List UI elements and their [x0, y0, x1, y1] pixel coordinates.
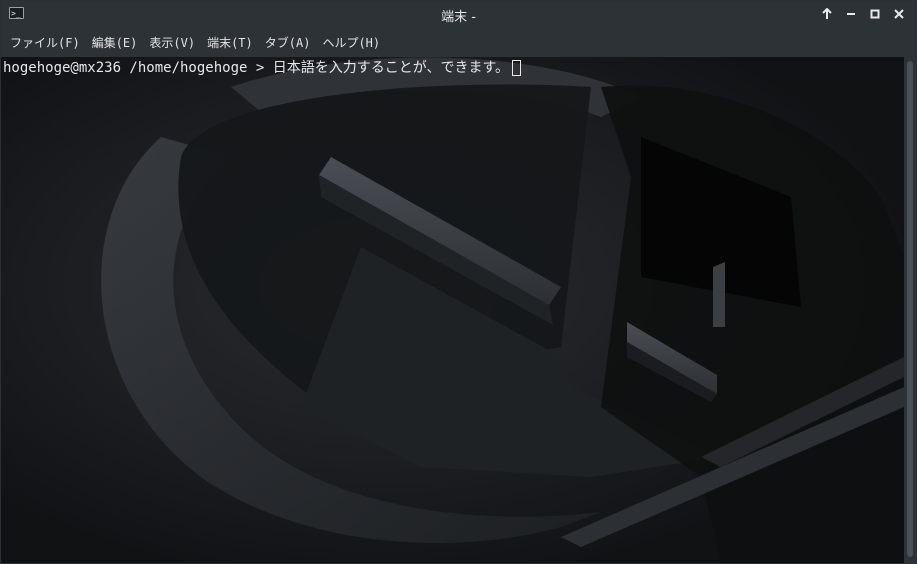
menu-view[interactable]: 表示(V)	[143, 29, 201, 57]
command-input-text: 日本語を入力することが、できます。	[272, 60, 510, 76]
menu-file[interactable]: ファイル(F)	[4, 29, 86, 57]
window-title: 端末 -	[441, 10, 476, 25]
maximize-icon[interactable]	[866, 5, 884, 23]
keep-above-icon[interactable]	[818, 5, 836, 23]
minimize-icon[interactable]	[842, 5, 860, 23]
vertical-scrollbar[interactable]	[904, 57, 916, 563]
menu-bar: ファイル(F) 編集(E) 表示(V) 端末(T) タブ(A) ヘルプ(H)	[1, 29, 916, 57]
scrollbar-thumb[interactable]	[907, 61, 913, 557]
close-icon[interactable]	[890, 5, 908, 23]
prompt-line: hogehoge@mx236 /home/hogehoge > 日本語を入力する…	[3, 59, 522, 77]
menu-tabs[interactable]: タブ(A)	[259, 29, 317, 57]
window-controls	[818, 5, 908, 23]
title-bar[interactable]: >_ 端末 -	[1, 1, 916, 29]
menu-help[interactable]: ヘルプ(H)	[316, 29, 386, 57]
shell-prompt: hogehoge@mx236 /home/hogehoge >	[3, 60, 273, 76]
text-cursor	[512, 60, 522, 76]
terminal-window: >_ 端末 - ファイル(F) 編集(E) 表示(V) 端末(T) タブ(A) …	[0, 0, 917, 564]
terminal-area[interactable]: hogehoge@mx236 /home/hogehoge > 日本語を入力する…	[1, 57, 904, 563]
background-logo-wallpaper	[1, 57, 904, 563]
menu-edit[interactable]: 編集(E)	[86, 29, 144, 57]
menu-terminal[interactable]: 端末(T)	[201, 29, 259, 57]
